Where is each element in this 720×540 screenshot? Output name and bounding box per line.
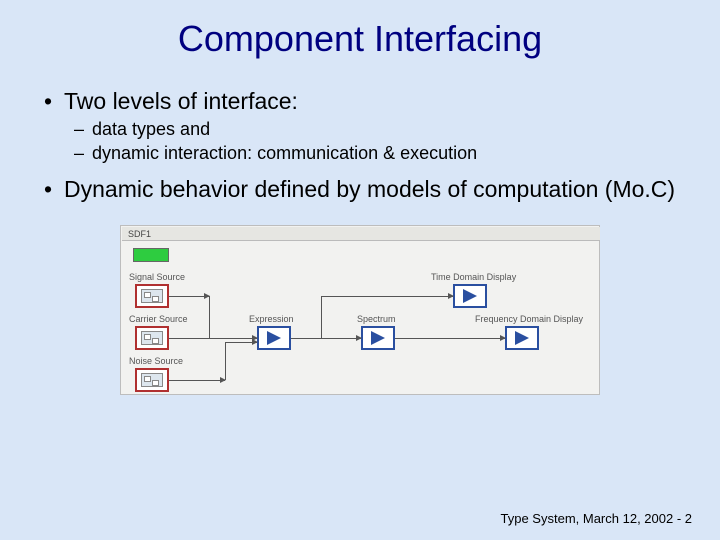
- sub-1a: data types and: [64, 117, 680, 141]
- block-expression: [257, 326, 291, 350]
- block-signal-source: [135, 284, 169, 308]
- label-freq-display: Frequency Domain Display: [475, 314, 583, 324]
- diagram: SDF1 Signal Source Carrier Source Noise …: [120, 225, 600, 395]
- triangle-icon: [371, 331, 385, 345]
- green-config-box: [133, 248, 169, 262]
- wire: [169, 380, 225, 381]
- wire: [321, 296, 322, 338]
- label-signal-source: Signal Source: [129, 272, 185, 282]
- sublist-1: data types and dynamic interaction: comm…: [64, 117, 680, 166]
- wire: [321, 296, 453, 297]
- slide-footer: Type System, March 12, 2002 - 2: [501, 511, 692, 526]
- wire: [225, 342, 257, 343]
- block-time-display: [453, 284, 487, 308]
- wire: [291, 338, 361, 339]
- wire: [169, 296, 209, 297]
- pane-icon: [141, 289, 163, 303]
- label-noise-source: Noise Source: [129, 356, 183, 366]
- label-expression: Expression: [249, 314, 294, 324]
- pane-icon: [141, 373, 163, 387]
- bullet-1: Two levels of interface: data types and …: [40, 88, 680, 166]
- label-spectrum: Spectrum: [357, 314, 396, 324]
- triangle-icon: [515, 331, 529, 345]
- triangle-icon: [267, 331, 281, 345]
- label-carrier-source: Carrier Source: [129, 314, 188, 324]
- sub-1b: dynamic interaction: communication & exe…: [64, 141, 680, 165]
- slide-title: Component Interfacing: [40, 18, 680, 60]
- block-spectrum: [361, 326, 395, 350]
- diagram-toolbar: SDF1: [122, 227, 600, 241]
- pane-icon: [141, 331, 163, 345]
- bullet-1-text: Two levels of interface:: [64, 88, 298, 114]
- block-carrier-source: [135, 326, 169, 350]
- wire: [209, 296, 210, 338]
- bullet-2: Dynamic behavior defined by models of co…: [40, 176, 680, 203]
- block-noise-source: [135, 368, 169, 392]
- wire: [225, 342, 226, 380]
- block-freq-display: [505, 326, 539, 350]
- bullet-list: Two levels of interface: data types and …: [40, 88, 680, 203]
- label-time-display: Time Domain Display: [431, 272, 516, 282]
- triangle-icon: [463, 289, 477, 303]
- wire: [169, 338, 257, 339]
- wire: [395, 338, 505, 339]
